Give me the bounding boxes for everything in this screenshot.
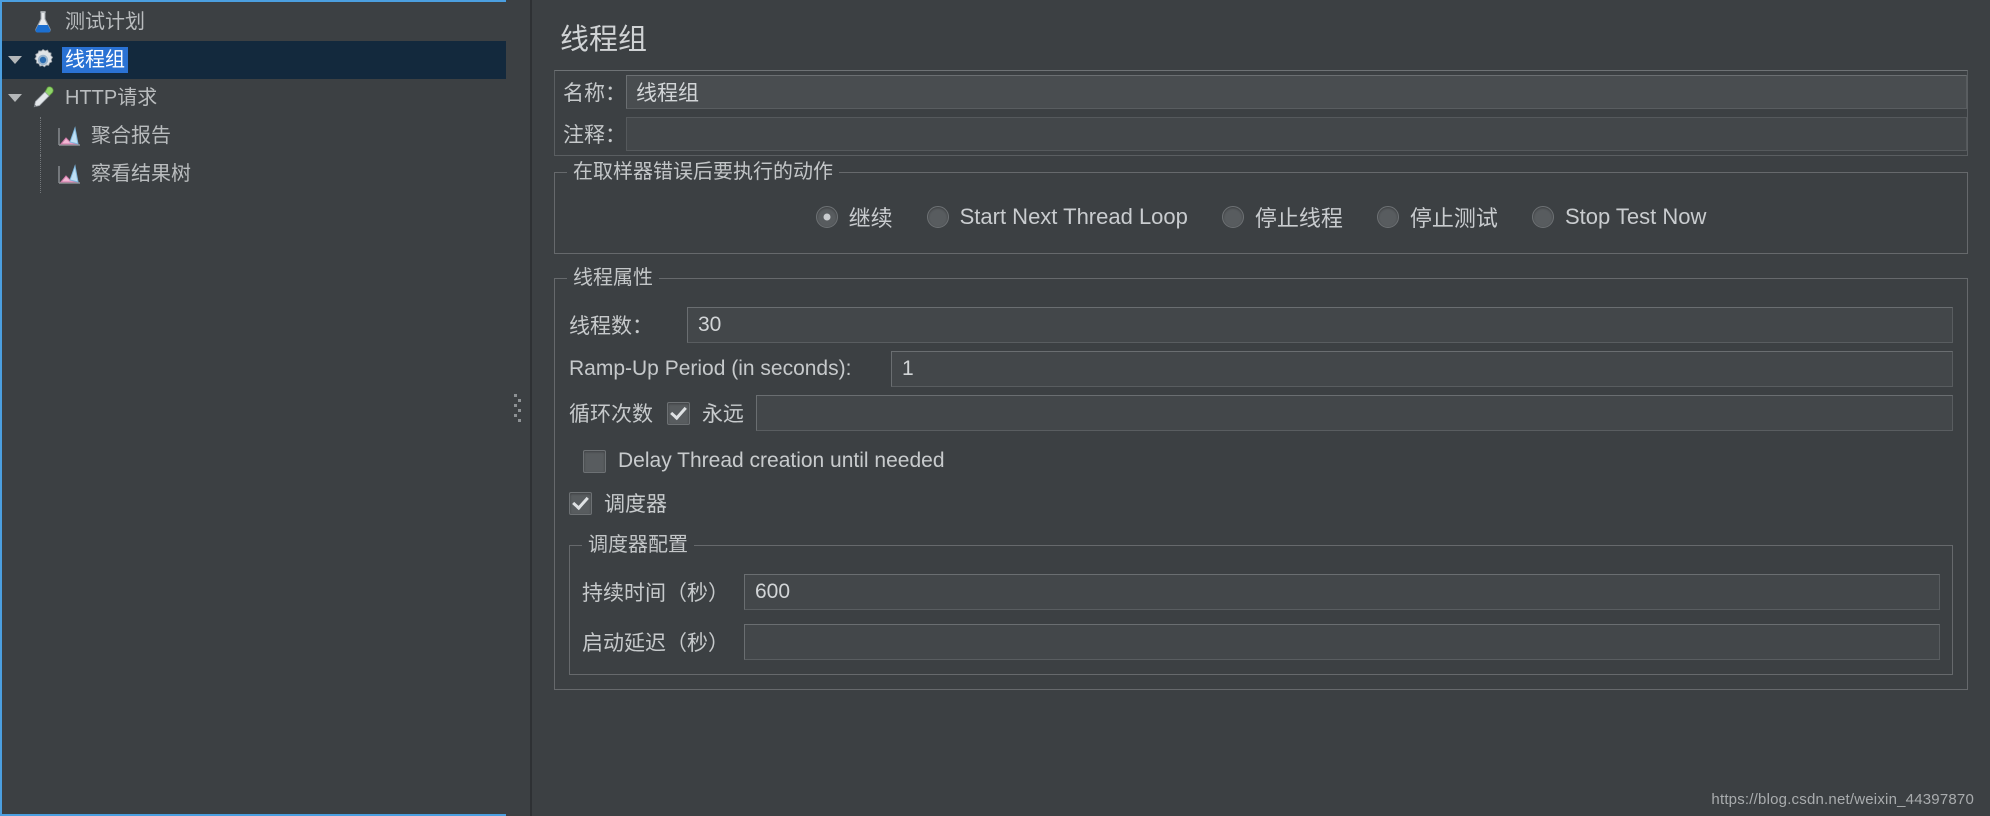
comment-row: 注释： (555, 113, 1967, 155)
tree-item-label: 测试计划 (65, 11, 145, 33)
delay-thread-creation-label: Delay Thread creation until needed (618, 449, 945, 472)
radio-button-icon[interactable] (815, 206, 838, 228)
radio-stop-thread[interactable]: 停止线程 (1221, 201, 1343, 233)
startup-delay-label: 启动延迟（秒） (582, 632, 729, 655)
page-title: 线程组 (560, 24, 648, 56)
ramp-up-period-label: Ramp-Up Period (in seconds): (569, 357, 852, 380)
gear-icon (28, 45, 58, 75)
flask-icon (28, 7, 58, 37)
tree-item-view-results-tree[interactable]: 察看结果树 (2, 155, 506, 193)
duration-label: 持续时间（秒） (582, 582, 729, 605)
tree-item-label: HTTP请求 (65, 87, 158, 109)
radio-label: Stop Test Now (1564, 204, 1707, 229)
watermark: https://blog.csdn.net/weixin_44397870 (1711, 791, 1974, 808)
test-plan-tree: 测试计划 线程组 HTTP请求 聚合报告 察看结果树 (2, 2, 506, 193)
ramp-up-period-row: Ramp-Up Period (in seconds): 1 (569, 347, 1953, 391)
radio-button-icon[interactable] (1221, 206, 1244, 228)
tree-item-test-plan[interactable]: 测试计划 (2, 3, 506, 41)
test-plan-tree-pane[interactable]: 测试计划 线程组 HTTP请求 聚合报告 察看结果树 (0, 0, 506, 816)
checkbox-icon[interactable] (583, 449, 606, 473)
chart-icon (54, 159, 84, 189)
on-sampler-error-options: 继续 Start Next Thread Loop 停止线程 停止测试 Stop (569, 195, 1953, 239)
scheduler-configuration-group: 调度器配置 持续时间（秒） 600 启动延迟（秒） (569, 533, 1953, 675)
radio-button-icon[interactable] (926, 206, 949, 228)
scheduler-configuration-title: 调度器配置 (582, 533, 694, 557)
radio-button-icon[interactable] (1376, 206, 1399, 228)
name-comment-block: 名称： 线程组 注释： (554, 70, 1968, 156)
tree-item-thread-group[interactable]: 线程组 (2, 41, 506, 79)
duration-input[interactable]: 600 (744, 574, 1940, 610)
loop-count-input[interactable] (756, 395, 1953, 431)
number-of-threads-input[interactable]: 30 (687, 307, 1953, 343)
loop-count-row: 循环次数 永远 (569, 391, 1953, 435)
pane-splitter[interactable] (506, 0, 530, 816)
name-label: 名称： (563, 82, 626, 105)
tree-item-label: 线程组 (62, 47, 128, 73)
jmeter-window: 测试计划 线程组 HTTP请求 聚合报告 察看结果树 线程组 名称： 线程组 注… (0, 0, 1990, 816)
scheduler-checkbox-item[interactable]: 调度器 (569, 483, 1953, 523)
tree-item-label: 察看结果树 (91, 163, 191, 185)
thread-properties-title: 线程属性 (567, 266, 659, 290)
radio-label: 停止线程 (1254, 206, 1343, 231)
forever-checkbox-item[interactable]: 永远 (667, 393, 744, 433)
duration-row: 持续时间（秒） 600 (582, 570, 1940, 614)
radio-stop-test-now[interactable]: Stop Test Now (1531, 204, 1707, 230)
radio-label: 停止测试 (1409, 206, 1498, 231)
name-row: 名称： 线程组 (555, 71, 1967, 113)
name-input[interactable]: 线程组 (626, 75, 1967, 109)
comment-label: 注释： (563, 124, 626, 147)
radio-label: 继续 (848, 206, 893, 231)
scheduler-label: 调度器 (604, 493, 667, 516)
loop-count-label: 循环次数 (569, 403, 653, 426)
ramp-up-period-input[interactable]: 1 (891, 351, 1953, 387)
tree-indent-guide (28, 117, 54, 155)
thread-group-config-pane: 线程组 名称： 线程组 注释： 在取样器错误后要执行的动作 继续 Start N… (530, 0, 1990, 816)
radio-start-next-thread-loop[interactable]: Start Next Thread Loop (926, 204, 1188, 230)
comment-input[interactable] (626, 117, 1967, 151)
pipette-icon (28, 83, 58, 113)
radio-stop-test[interactable]: 停止测试 (1376, 201, 1498, 233)
delay-thread-creation-checkbox-item[interactable]: Delay Thread creation until needed (583, 441, 1953, 481)
radio-button-icon[interactable] (1531, 206, 1554, 228)
radio-continue[interactable]: 继续 (815, 201, 893, 233)
number-of-threads-label: 线程数： (569, 315, 653, 338)
on-sampler-error-group: 在取样器错误后要执行的动作 继续 Start Next Thread Loop … (554, 160, 1968, 254)
checkbox-icon[interactable] (667, 401, 690, 425)
splitter-grip-icon[interactable] (514, 392, 521, 424)
startup-delay-input[interactable] (744, 624, 1940, 660)
tree-indent-guide (28, 155, 54, 193)
chart-icon (54, 121, 84, 151)
radio-label: Start Next Thread Loop (959, 204, 1188, 229)
tree-item-label: 聚合报告 (91, 125, 171, 147)
number-of-threads-row: 线程数： 30 (569, 303, 1953, 347)
chevron-down-icon[interactable] (2, 41, 28, 79)
startup-delay-row: 启动延迟（秒） (582, 620, 1940, 664)
forever-label: 永远 (702, 403, 744, 426)
checkbox-icon[interactable] (569, 491, 592, 515)
tree-item-aggregate-report[interactable]: 聚合报告 (2, 117, 506, 155)
tree-item-http-request[interactable]: HTTP请求 (2, 79, 506, 117)
chevron-down-icon[interactable] (2, 79, 28, 117)
on-sampler-error-title: 在取样器错误后要执行的动作 (567, 160, 839, 184)
thread-properties-group: 线程属性 线程数： 30 Ramp-Up Period (in seconds)… (554, 266, 1968, 690)
